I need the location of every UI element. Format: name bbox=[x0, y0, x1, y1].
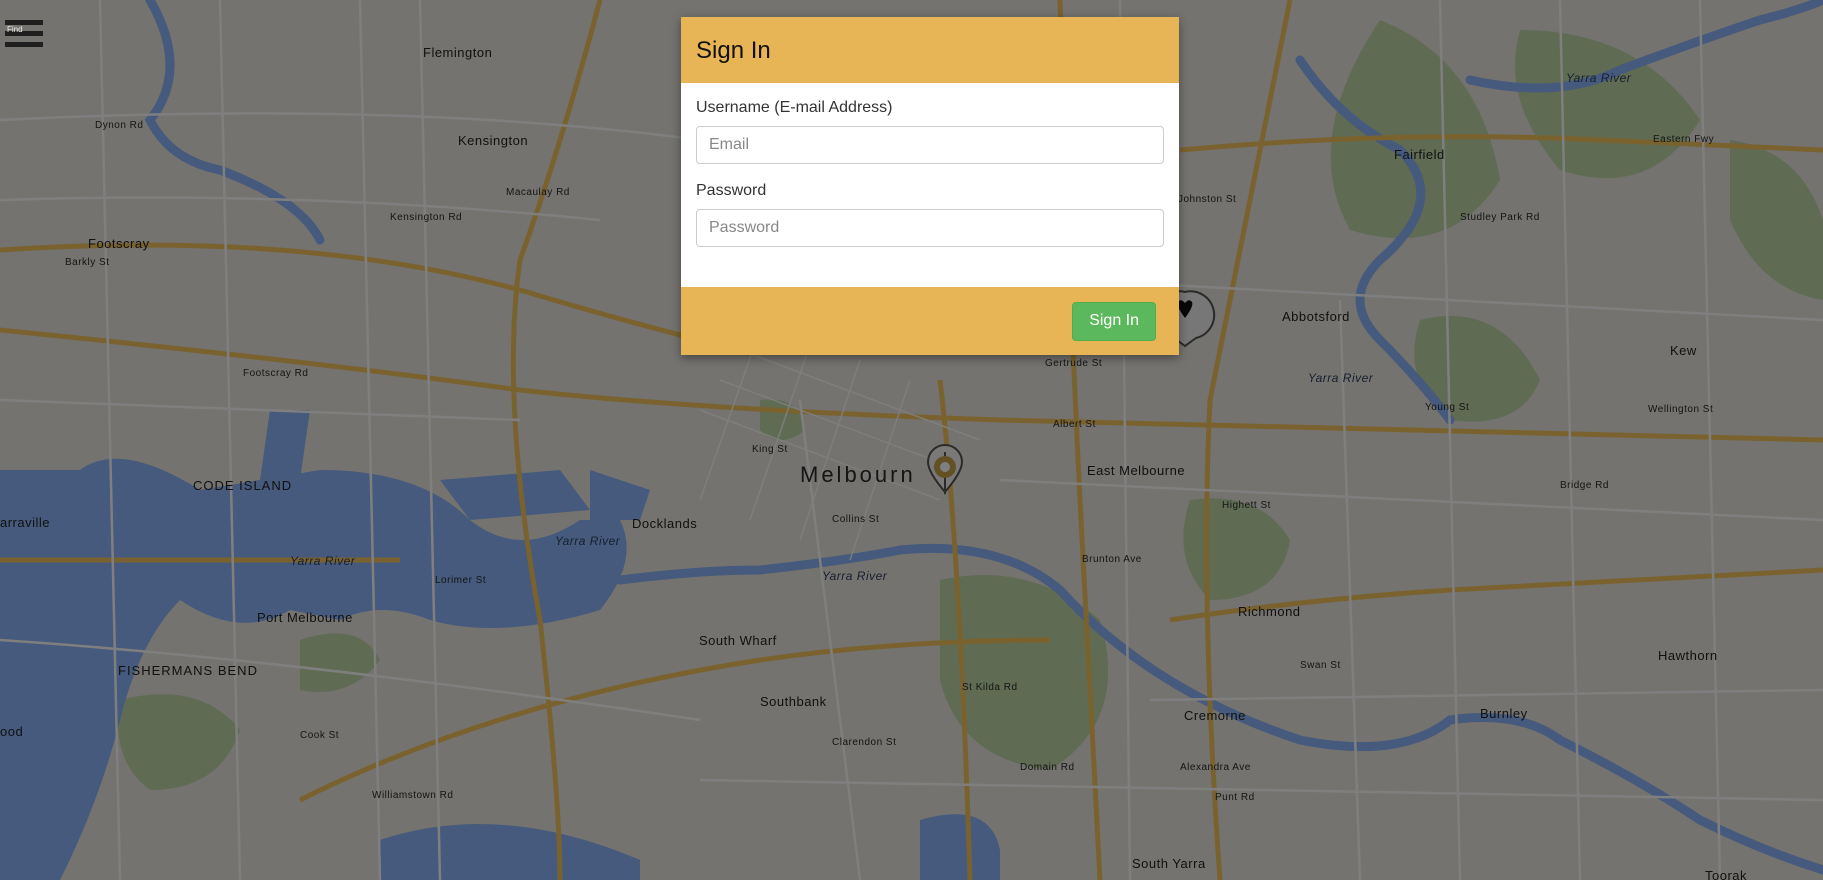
modal-header: Sign In bbox=[681, 17, 1179, 83]
sign-in-button[interactable]: Sign In bbox=[1072, 301, 1156, 341]
modal-body: Username (E-mail Address) Password bbox=[681, 83, 1179, 287]
username-label: Username (E-mail Address) bbox=[696, 99, 893, 116]
menu-icon[interactable]: Find bbox=[5, 20, 43, 54]
email-field[interactable] bbox=[696, 126, 1164, 164]
sign-in-modal: Sign In Username (E-mail Address) Passwo… bbox=[681, 17, 1179, 355]
password-field[interactable] bbox=[696, 209, 1164, 247]
password-label: Password bbox=[696, 182, 767, 199]
modal-footer: Sign In bbox=[681, 287, 1179, 355]
menu-tiny-text: Find bbox=[7, 25, 23, 34]
modal-title: Sign In bbox=[696, 37, 771, 64]
